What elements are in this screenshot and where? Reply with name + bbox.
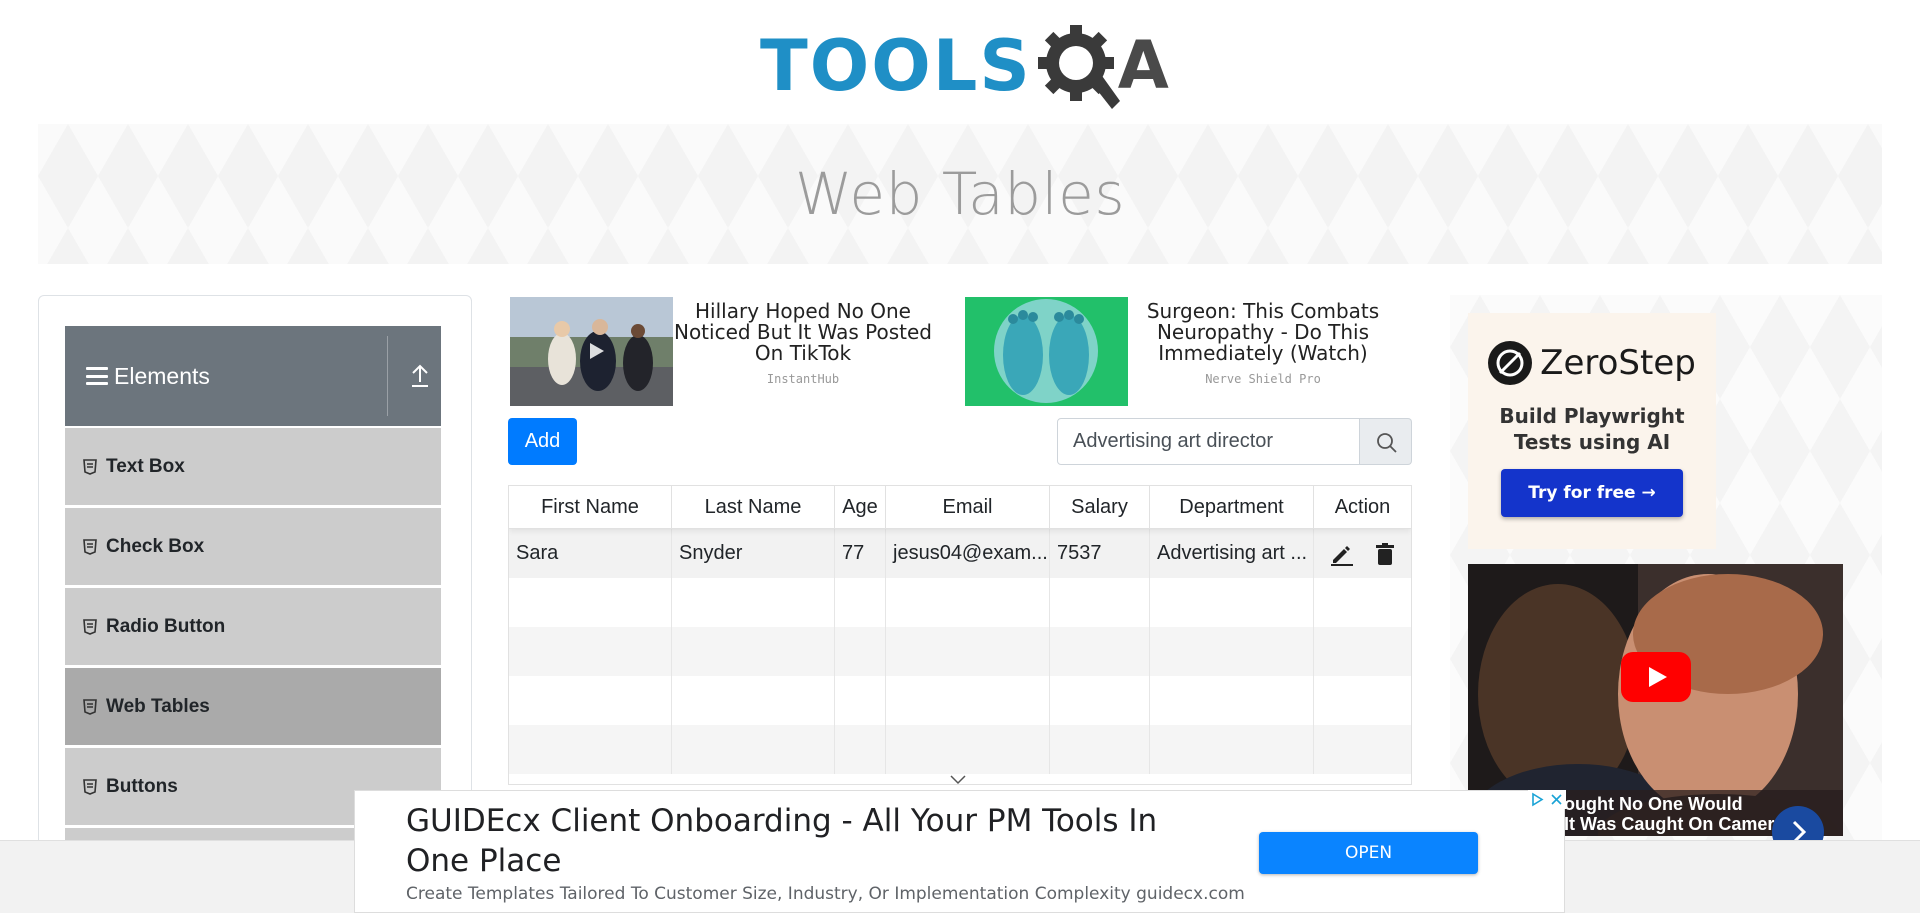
table-row-empty <box>509 627 1411 676</box>
search-button[interactable] <box>1360 418 1412 465</box>
html5-icon <box>83 698 97 715</box>
html5-icon <box>83 538 97 555</box>
html5-icon <box>83 618 97 635</box>
edit-icon[interactable] <box>1329 542 1353 566</box>
cell-department: Advertising art ... <box>1150 529 1314 578</box>
sidebar-item-text-box[interactable]: Text Box <box>65 428 441 506</box>
cell-first-name: Sara <box>509 529 672 578</box>
sidebar-item-radio-button[interactable]: Radio Button <box>65 588 441 666</box>
sidebar-item-check-box[interactable]: Check Box <box>65 508 441 586</box>
hamburger-icon <box>86 367 108 385</box>
search-box <box>1057 418 1412 465</box>
page-title: Web Tables <box>794 160 1126 228</box>
delete-icon[interactable] <box>1373 542 1397 566</box>
header-department[interactable]: Department <box>1150 486 1314 529</box>
header-last-name[interactable]: Last Name <box>672 486 835 529</box>
search-input[interactable] <box>1057 418 1360 465</box>
try-for-free-button[interactable]: Try for free → <box>1501 469 1683 517</box>
page-banner: Web Tables <box>38 124 1882 264</box>
zerostep-tagline: Build Playwright Tests using AI <box>1468 403 1716 455</box>
search-icon <box>1377 433 1397 453</box>
adchoices-badge[interactable] <box>1528 790 1566 809</box>
bottom-ad-title: GUIDEcx Client Onboarding - All Your PM … <box>406 803 1158 879</box>
header-action: Action <box>1334 496 1391 518</box>
header-email[interactable]: Email <box>886 486 1050 529</box>
sidebar-item-label: Text Box <box>106 455 185 477</box>
adchoices-icon <box>1532 792 1544 807</box>
bottom-ad[interactable]: GUIDEcx Client Onboarding - All Your PM … <box>354 790 1565 913</box>
header-age[interactable]: Age <box>835 486 886 529</box>
table-row-empty <box>509 676 1411 725</box>
ad-card[interactable]: Surgeon: This Combats Neuropathy - Do Th… <box>965 297 1398 407</box>
logo-suffix: A <box>1117 26 1169 104</box>
play-icon[interactable] <box>1621 652 1691 702</box>
zerostep-brand: ZeroStep <box>1540 343 1696 383</box>
zerostep-logo-icon <box>1488 341 1533 385</box>
cell-salary: 7537 <box>1050 529 1150 578</box>
table-header: First Name Last Name Age Email Salary De… <box>509 486 1411 529</box>
sidebar-item-label: Radio Button <box>106 615 226 637</box>
table-row-empty <box>509 578 1411 627</box>
close-icon[interactable] <box>1547 790 1566 809</box>
header-divider <box>387 336 388 416</box>
sidebar-group-elements[interactable]: Elements <box>65 326 441 426</box>
gear-icon <box>1034 21 1124 111</box>
cell-last-name: Snyder <box>672 529 835 578</box>
header-first-name[interactable]: First Name <box>509 486 672 529</box>
cell-email: jesus04@exam... <box>886 529 1050 578</box>
table-row-empty <box>509 725 1411 774</box>
bottom-ad-description: Create Templates Tailored To Customer Si… <box>406 884 1245 904</box>
zerostep-logo: ZeroStep <box>1468 341 1716 385</box>
html5-icon <box>83 458 97 475</box>
zerostep-ad[interactable]: ZeroStep Build Playwright Tests using AI… <box>1468 313 1716 549</box>
web-table: First Name Last Name Age Email Salary De… <box>508 485 1412 785</box>
ad-title: Surgeon: This Combats Neuropathy - Do Th… <box>1146 299 1380 365</box>
right-ad[interactable]: ZeroStep Build Playwright Tests using AI… <box>1450 295 1882 858</box>
sidebar-item-label: Web Tables <box>106 695 210 717</box>
ad-text: Hillary Hoped No One Noticed But It Was … <box>673 297 933 407</box>
header-salary[interactable]: Salary <box>1050 486 1150 529</box>
page: TOOLS A Web Tables Elements Text Box Che… <box>0 0 1920 913</box>
sidebar-item-label: Check Box <box>106 535 205 557</box>
ad-thumbnail <box>965 297 1128 406</box>
ad-title: Hillary Hoped No One Noticed But It Was … <box>673 299 933 365</box>
sidebar-item-web-tables[interactable]: Web Tables <box>65 668 441 746</box>
sidebar-item-label: Buttons <box>106 775 178 797</box>
logo-text: TOOLS <box>760 24 1032 107</box>
tagline-line: Build Playwright <box>1499 404 1685 428</box>
chevron-down-icon[interactable] <box>950 775 966 785</box>
sidebar-group-title: Elements <box>114 362 210 389</box>
cell-action <box>1314 529 1411 578</box>
html5-icon <box>83 778 97 795</box>
table-row: Sara Snyder 77 jesus04@exam... 7537 Adve… <box>509 529 1411 578</box>
ad-thumbnail <box>510 297 673 406</box>
open-button[interactable]: OPEN <box>1259 832 1478 874</box>
toolsqa-logo[interactable]: TOOLS A <box>760 18 1169 113</box>
collapse-icon[interactable] <box>409 362 431 390</box>
ad-source: Nerve Shield Pro <box>1205 372 1321 386</box>
ad-source: InstantHub <box>766 372 840 386</box>
add-button[interactable]: Add <box>508 418 577 465</box>
cell-age: 77 <box>835 529 886 578</box>
ad-card[interactable]: Hillary Hoped No One Noticed But It Was … <box>510 297 933 407</box>
tagline-line: Tests using AI <box>1513 430 1671 454</box>
ad-text: Surgeon: This Combats Neuropathy - Do Th… <box>1128 297 1398 407</box>
